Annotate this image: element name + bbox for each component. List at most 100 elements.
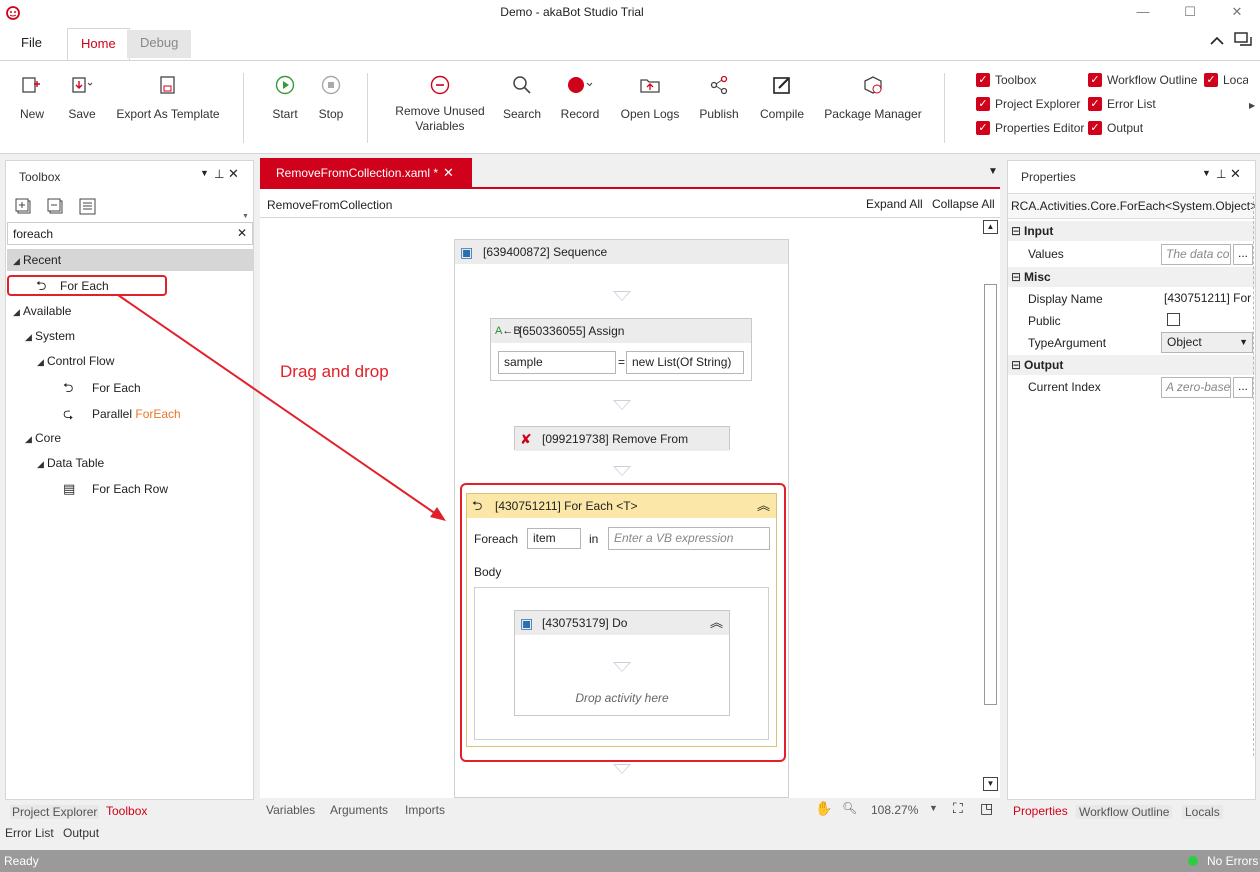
tree-group-core[interactable]: ◢ Core (25, 431, 61, 445)
category-input[interactable]: ⊟ Input (1008, 221, 1255, 241)
close-icon[interactable]: ✕ (1230, 166, 1241, 182)
pin-icon[interactable]: ⊥ (214, 167, 224, 181)
tab-workflow-outline[interactable]: Workflow Outline (1076, 805, 1173, 819)
public-checkbox[interactable] (1167, 313, 1180, 326)
scroll-indicator-icon: ▼ (242, 213, 249, 220)
zoom-dropdown-icon[interactable]: ▼ (929, 803, 938, 813)
collapse-all-link[interactable]: Collapse All (932, 197, 995, 211)
drop-connector-icon (613, 764, 631, 774)
remove-unused-variables-button[interactable]: Remove Unused Variables (390, 71, 490, 134)
tab-locals[interactable]: Locals (1182, 805, 1223, 819)
overview-map-icon[interactable]: ◳ (980, 800, 993, 817)
close-icon[interactable]: ✕ (228, 166, 239, 182)
type-argument-select[interactable]: Object ▼ (1161, 332, 1253, 353)
toggle-workflow-outline[interactable]: ✓ Workflow Outline (1088, 72, 1197, 90)
tab-arguments[interactable]: Arguments (330, 803, 388, 817)
feedback-icon[interactable] (1234, 32, 1254, 50)
publish-button[interactable]: Publish (696, 71, 742, 122)
vertical-scrollbar[interactable]: ▲ ▼ (983, 218, 1000, 798)
collapse-all-icon[interactable] (47, 198, 65, 216)
selected-type: RCA.Activities.Core.ForEach<System.Objec… (1008, 193, 1255, 219)
values-input[interactable]: The data co (1161, 244, 1231, 265)
close-window-button[interactable]: ✕ (1227, 4, 1247, 20)
dropdown-arrow-icon[interactable]: ▼ (200, 168, 209, 178)
scroll-down-icon[interactable]: ▼ (983, 777, 998, 791)
save-button[interactable]: Save (64, 71, 100, 122)
toggle-properties-editor[interactable]: ✓ Properties Editor (976, 120, 1084, 138)
toggle-error-list[interactable]: ✓ Error List (1088, 96, 1156, 114)
toggle-project-explorer[interactable]: ✓ Project Explorer (976, 96, 1080, 114)
close-tab-icon[interactable]: ✕ (443, 158, 454, 188)
stop-button[interactable]: Stop (314, 71, 348, 122)
breadcrumb[interactable]: RemoveFromCollection (267, 198, 392, 212)
tab-output[interactable]: Output (63, 826, 99, 840)
start-button[interactable]: Start (268, 71, 302, 122)
category-output[interactable]: ⊟ Output (1008, 355, 1255, 375)
toolbox-search-input[interactable]: foreach ✕ (7, 222, 253, 245)
category-misc[interactable]: ⊟ Misc (1008, 267, 1255, 287)
tree-group-recent[interactable]: ◢ Recent (7, 249, 253, 271)
tree-group-control-flow[interactable]: ◢ Control Flow (37, 354, 114, 368)
foreach-activity[interactable]: ⮌ [430751211] For Each <T> ︽ Foreach ite… (466, 493, 777, 747)
tree-group-data-table[interactable]: ◢ Data Table (37, 456, 104, 470)
tab-menu-icon[interactable]: ▼ (988, 166, 998, 177)
display-name-input[interactable]: [430751211] For (1164, 291, 1254, 305)
zoom-icon[interactable]: 🔍︎ (842, 801, 857, 815)
toggle-toolbox[interactable]: ✓ Toolbox (976, 72, 1036, 90)
new-button[interactable]: New (14, 71, 50, 122)
hand-pan-icon[interactable]: ✋ (815, 800, 832, 817)
foreach-collection-field[interactable]: Enter a VB expression (608, 527, 770, 550)
collapse-ribbon-icon[interactable] (1209, 34, 1225, 48)
tab-variables[interactable]: Variables (266, 803, 315, 817)
search-button[interactable]: Search (502, 71, 542, 122)
tab-imports[interactable]: Imports (405, 803, 445, 817)
toggle-output[interactable]: ✓ Output (1088, 120, 1143, 138)
document-tab[interactable]: RemoveFromCollection.xaml * ✕ (260, 158, 472, 188)
expand-all-link[interactable]: Expand All (866, 197, 923, 211)
fit-screen-icon[interactable]: ⛶ (953, 800, 963, 817)
tab-debug[interactable]: Debug (127, 30, 192, 58)
expand-all-icon[interactable] (15, 198, 33, 216)
properties-scrollbar[interactable] (1253, 196, 1255, 756)
tree-group-system[interactable]: ◢ System (25, 329, 75, 343)
maximize-button[interactable]: ☐ (1180, 4, 1200, 20)
tree-item-for-each-row[interactable]: ▤ For Each Row (63, 481, 168, 497)
collapse-activity-icon[interactable]: ︽ (757, 494, 770, 518)
values-ellipsis-button[interactable]: ... (1233, 244, 1253, 265)
foreach-variable-field[interactable]: item (527, 528, 581, 549)
tree-group-available[interactable]: ◢ Available (13, 304, 71, 318)
tab-error-list[interactable]: Error List (5, 826, 54, 840)
tab-home[interactable]: Home (67, 28, 130, 60)
scrollbar-thumb[interactable] (984, 284, 997, 705)
loop-icon: ⮌ (63, 380, 74, 395)
list-view-icon[interactable] (79, 198, 97, 216)
tree-item-for-each[interactable]: ⮌ For Each (63, 379, 141, 401)
pin-icon[interactable]: ⊥ (1216, 167, 1226, 181)
scroll-up-icon[interactable]: ▲ (983, 220, 998, 234)
tab-project-explorer[interactable]: Project Explorer (10, 805, 100, 819)
tree-item-parallel-foreach[interactable]: ⮎ Parallel ForEach (63, 405, 181, 427)
clear-search-icon[interactable]: ✕ (237, 226, 247, 240)
open-logs-button[interactable]: Open Logs (619, 71, 681, 122)
current-index-ellipsis-button[interactable]: ... (1233, 377, 1253, 398)
ribbon-scroll-right-icon[interactable]: ▶ (1249, 101, 1255, 110)
do-activity[interactable]: ▣ [430753179] Do ︽ Drop activity here (514, 610, 730, 716)
remove-from-activity[interactable]: ✘ [099219738] Remove From (514, 426, 730, 451)
record-button[interactable]: Record (558, 71, 602, 122)
tab-file[interactable]: File (8, 28, 55, 60)
export-template-button[interactable]: Export As Template (116, 71, 220, 122)
assign-value-field[interactable]: new List(Of String) (626, 351, 744, 374)
toggle-locals[interactable]: ✓ Loca (1204, 72, 1248, 90)
tab-properties[interactable]: Properties (1013, 804, 1068, 818)
tab-toolbox[interactable]: Toolbox (106, 804, 147, 818)
dropdown-arrow-icon[interactable]: ▼ (1202, 168, 1211, 178)
collapse-activity-icon[interactable]: ︽ (710, 611, 723, 635)
package-manager-button[interactable]: Package Manager (824, 71, 922, 122)
assign-activity[interactable]: A←B [650336055] Assign sample = new List… (490, 318, 752, 381)
minimize-button[interactable]: — (1133, 4, 1153, 20)
zoom-level[interactable]: 108.27% (871, 803, 918, 817)
assign-to-field[interactable]: sample (498, 351, 616, 374)
drop-connector-icon (613, 466, 631, 476)
compile-button[interactable]: Compile (758, 71, 806, 122)
current-index-input[interactable]: A zero-base (1161, 377, 1231, 398)
